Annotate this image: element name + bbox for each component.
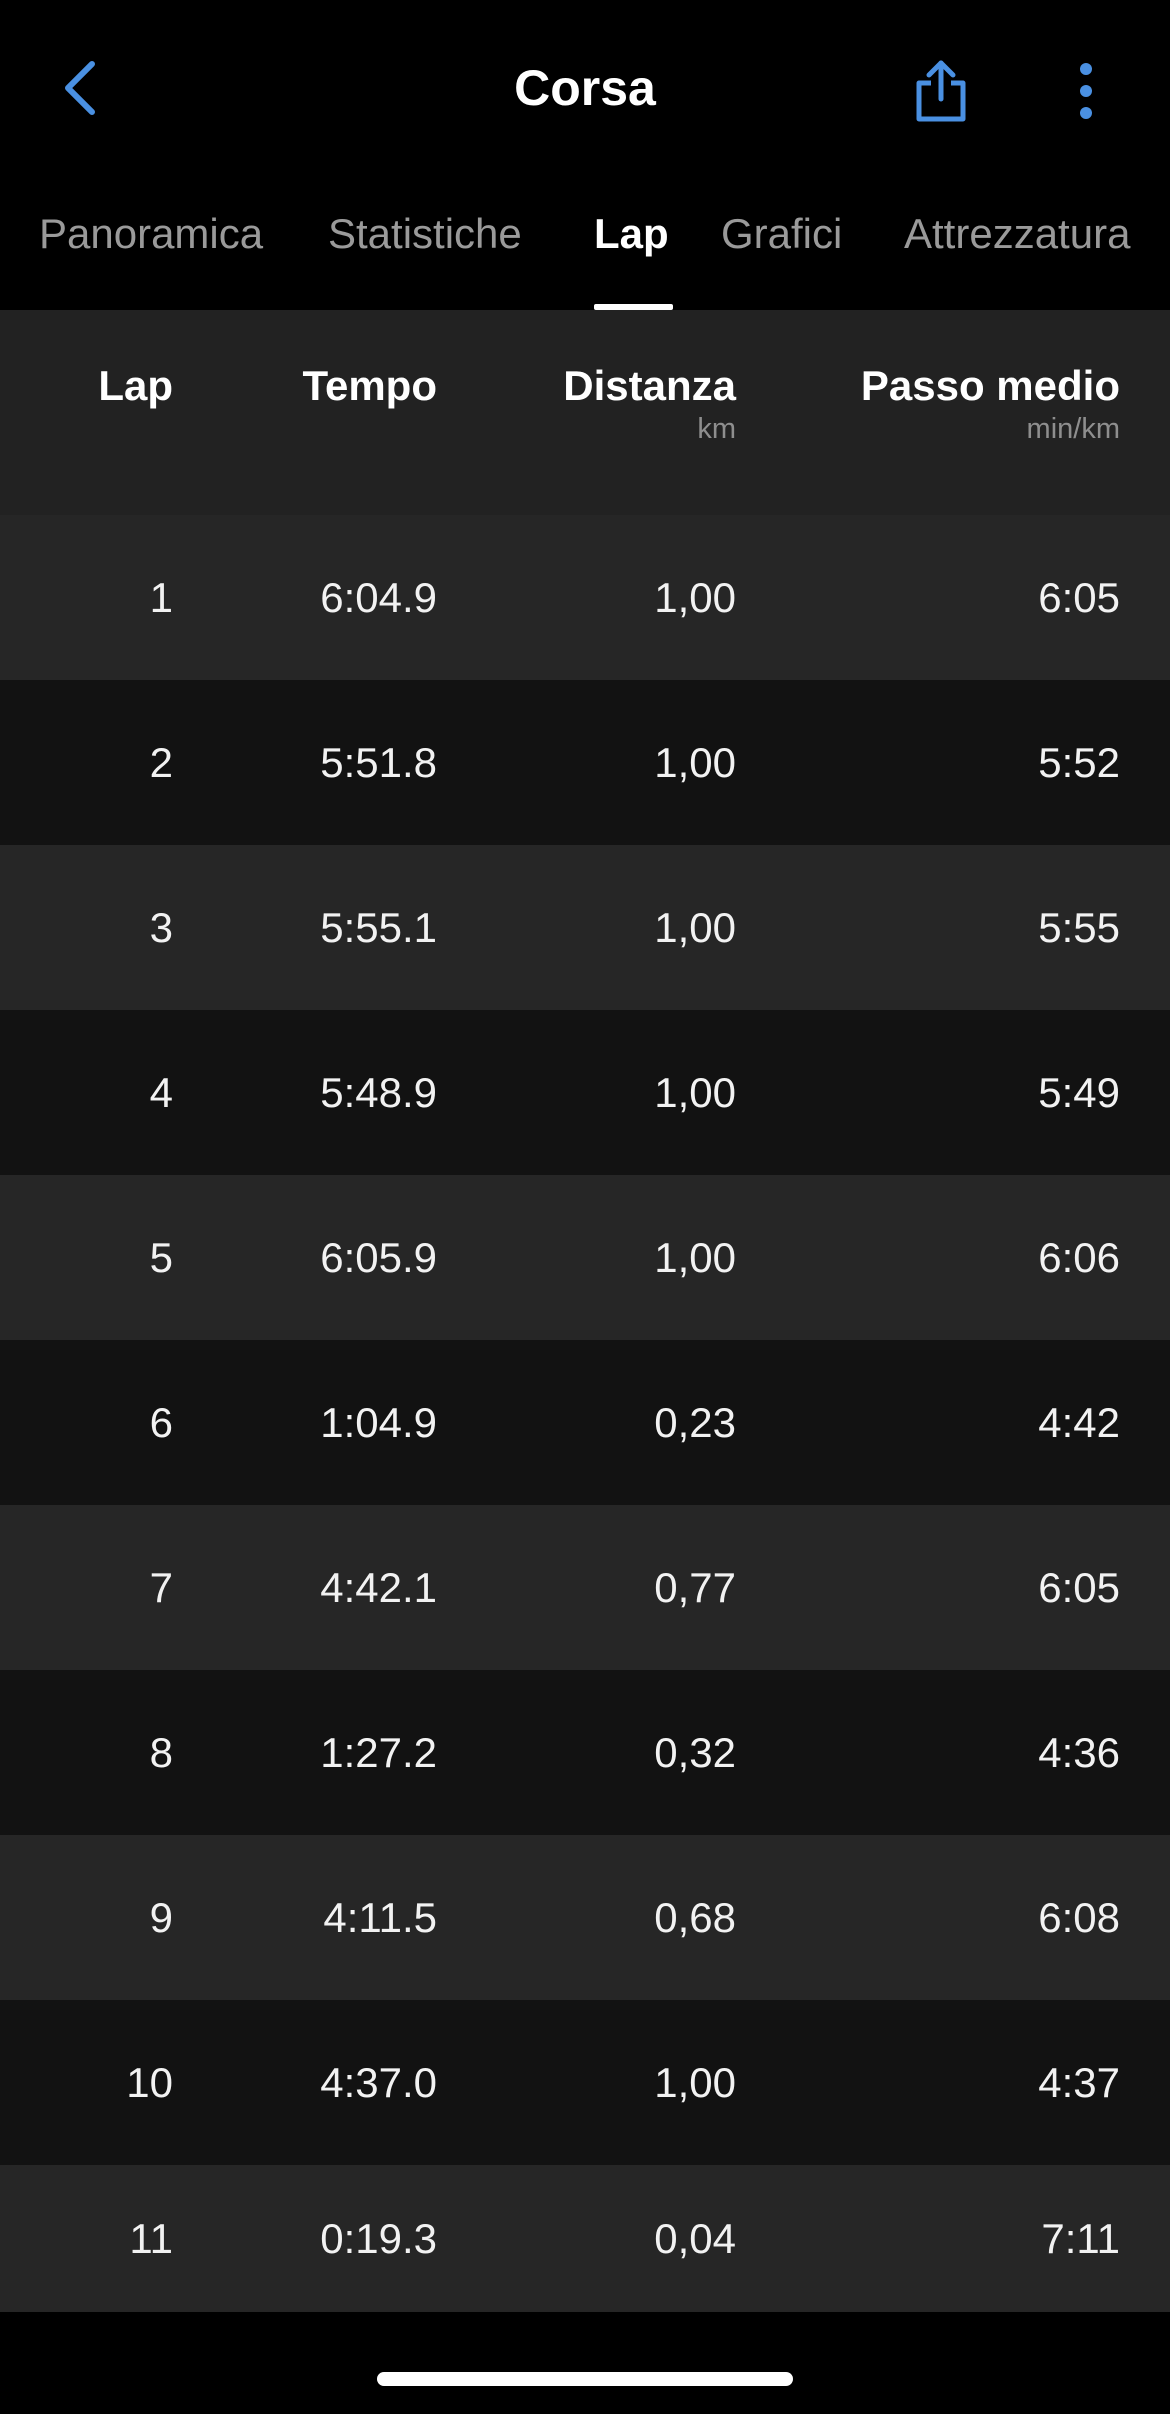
- lap-pace: 4:36: [1038, 1729, 1120, 1776]
- lap-distance: 0,77: [654, 1564, 736, 1611]
- lap-distance: 0,23: [654, 1399, 736, 1446]
- share-button[interactable]: [900, 48, 982, 134]
- lap-pace: 7:11: [1041, 2215, 1120, 2262]
- lap-time: 5:48.9: [320, 1069, 437, 1116]
- lap-distance: 1,00: [654, 1234, 736, 1281]
- lap-pace: 6:06: [1038, 1234, 1120, 1281]
- lap-distance: 1,00: [654, 739, 736, 786]
- tab-statistiche[interactable]: Statistiche: [328, 206, 522, 262]
- lap-number: 8: [149, 1729, 173, 1776]
- lap-pace: 5:52: [1038, 739, 1120, 786]
- home-indicator: [377, 2372, 793, 2386]
- table-row[interactable]: 4 5:48.9 1,00 5:49: [0, 1010, 1170, 1175]
- lap-distance: 0,68: [654, 1894, 736, 1941]
- table-row[interactable]: 5 6:05.9 1,00 6:06: [0, 1175, 1170, 1340]
- more-options-button[interactable]: [1060, 48, 1112, 134]
- lap-pace: 5:49: [1038, 1069, 1120, 1116]
- lap-distance: 0,04: [654, 2215, 736, 2262]
- tab-lap[interactable]: Lap: [594, 206, 669, 262]
- lap-distance: 0,32: [654, 1729, 736, 1776]
- table-row[interactable]: 11 0:19.3 0,04 7:11: [0, 2165, 1170, 2312]
- column-header-label: Passo medio: [860, 362, 1120, 409]
- table-row[interactable]: 2 5:51.8 1,00 5:52: [0, 680, 1170, 845]
- lap-distance: 1,00: [654, 904, 736, 951]
- column-header-distanza[interactable]: Distanza km: [563, 360, 736, 446]
- lap-distance: 1,00: [654, 574, 736, 621]
- lap-pace: 6:05: [1038, 1564, 1120, 1611]
- table-row[interactable]: 1 6:04.9 1,00 6:05: [0, 515, 1170, 680]
- column-header-label: Lap: [98, 362, 173, 409]
- lap-distance: 1,00: [654, 1069, 736, 1116]
- lap-time: 1:27.2: [320, 1729, 437, 1776]
- column-header-label: Distanza: [563, 362, 736, 409]
- lap-time: 0:19.3: [320, 2215, 437, 2262]
- lap-number: 3: [149, 904, 173, 951]
- more-vertical-icon: [1080, 63, 1092, 119]
- lap-time: 4:11.5: [323, 1894, 437, 1941]
- table-row[interactable]: 3 5:55.1 1,00 5:55: [0, 845, 1170, 1010]
- lap-time: 6:05.9: [320, 1234, 437, 1281]
- table-row[interactable]: 8 1:27.2 0,32 4:36: [0, 1670, 1170, 1835]
- top-bar: Corsa: [0, 0, 1170, 176]
- lap-distance: 1,00: [654, 2059, 736, 2106]
- lap-number: 4: [149, 1069, 173, 1116]
- column-header-passo-medio[interactable]: Passo medio min/km: [861, 360, 1120, 446]
- column-header-unit: km: [697, 413, 736, 445]
- lap-time: 4:37.0: [320, 2059, 437, 2106]
- table-row[interactable]: 7 4:42.1 0,77 6:05: [0, 1505, 1170, 1670]
- column-header-lap[interactable]: Lap: [98, 360, 173, 412]
- table-row[interactable]: 6 1:04.9 0,23 4:42: [0, 1340, 1170, 1505]
- lap-number: 11: [129, 2215, 173, 2262]
- tab-grafici[interactable]: Grafici: [721, 206, 842, 262]
- laps-table: Lap Tempo Distanza km Passo medio min/km…: [0, 310, 1170, 2312]
- lap-time: 1:04.9: [320, 1399, 437, 1446]
- page-title: Corsa: [514, 60, 656, 116]
- lap-time: 5:55.1: [320, 904, 437, 951]
- lap-number: 6: [149, 1399, 173, 1446]
- lap-number: 2: [149, 739, 173, 786]
- lap-number: 1: [149, 574, 173, 621]
- tab-bar: Panoramica Statistiche Lap Grafici Attre…: [0, 176, 1170, 310]
- tab-panoramica[interactable]: Panoramica: [39, 206, 263, 262]
- lap-time: 5:51.8: [320, 739, 437, 786]
- lap-time: 6:04.9: [320, 574, 437, 621]
- lap-pace: 6:08: [1038, 1894, 1120, 1941]
- lap-pace: 5:55: [1038, 904, 1120, 951]
- lap-number: 5: [149, 1234, 173, 1281]
- share-icon: [916, 60, 966, 122]
- table-row[interactable]: 9 4:11.5 0,68 6:08: [0, 1835, 1170, 2000]
- tab-attrezzatura[interactable]: Attrezzatura: [904, 206, 1130, 262]
- lap-number: 9: [149, 1894, 173, 1941]
- column-header-label: Tempo: [302, 362, 437, 409]
- column-header-unit: min/km: [1026, 413, 1120, 445]
- lap-number: 7: [149, 1564, 173, 1611]
- column-header-tempo[interactable]: Tempo: [302, 360, 437, 412]
- lap-pace: 4:42: [1038, 1399, 1120, 1446]
- lap-number: 10: [126, 2059, 173, 2106]
- lap-time: 4:42.1: [320, 1564, 437, 1611]
- lap-pace: 4:37: [1038, 2059, 1120, 2106]
- table-row[interactable]: 10 4:37.0 1,00 4:37: [0, 2000, 1170, 2165]
- lap-pace: 6:05: [1038, 574, 1120, 621]
- table-header: Lap Tempo Distanza km Passo medio min/km: [0, 310, 1170, 515]
